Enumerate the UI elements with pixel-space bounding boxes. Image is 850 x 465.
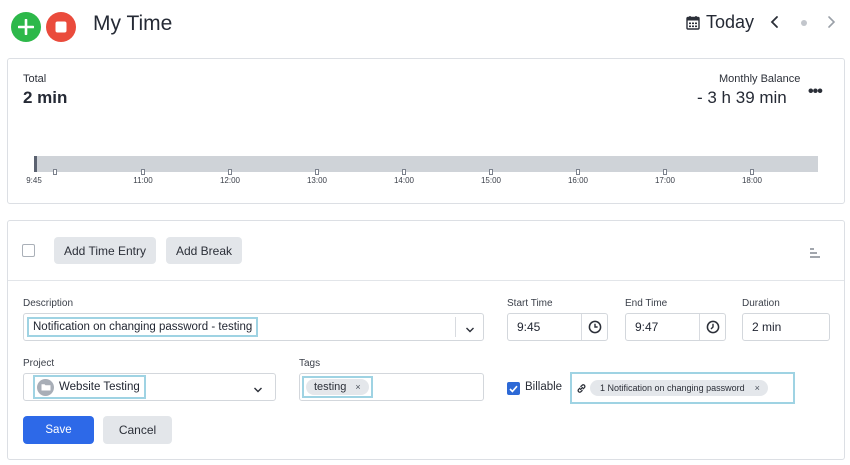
divider [455, 317, 456, 337]
timeline-tick-label: 13:00 [306, 176, 328, 185]
project-selection: Website Testing [33, 375, 146, 399]
close-icon[interactable]: × [755, 383, 760, 393]
timeline-tick-label: 17:00 [654, 176, 676, 185]
tags-label: Tags [299, 358, 321, 369]
linked-item-chip[interactable]: 1 Notification on changing password × [590, 380, 768, 396]
linked-item-label: 1 Notification on changing password [600, 383, 745, 393]
project-select[interactable]: Website Testing [23, 373, 276, 401]
close-icon[interactable]: × [355, 382, 360, 392]
calendar-icon [686, 16, 700, 30]
start-timer-button[interactable] [11, 12, 41, 42]
divider [699, 314, 700, 340]
tag-selection: testing × [302, 376, 373, 398]
monthly-balance-value: - 3 h 39 min [697, 88, 787, 107]
duration-field[interactable]: 2 min [742, 313, 830, 341]
chevron-down-icon[interactable] [253, 383, 263, 397]
duration-label: Duration [742, 298, 780, 309]
billable-checkbox[interactable] [507, 382, 520, 395]
timeline-tick-label: 9:45 [26, 176, 42, 185]
clock-icon[interactable] [706, 320, 720, 337]
project-label: Project [23, 358, 55, 369]
select-all-checkbox[interactable] [22, 244, 35, 257]
add-time-entry-button[interactable]: Add Time Entry [54, 237, 156, 264]
timeline-tick-label: 12:00 [219, 176, 241, 185]
folder-icon [37, 378, 54, 396]
start-time-field[interactable]: 9:45 [507, 313, 608, 341]
timeline-tick-label: 11:00 [133, 176, 153, 185]
timeline-tick [663, 169, 667, 175]
description-field[interactable]: Notification on changing password - test… [23, 313, 484, 341]
chevron-down-icon[interactable] [465, 323, 475, 337]
timeline-tick [315, 169, 319, 175]
timeline-entry-marker[interactable] [34, 156, 37, 172]
start-time-value: 9:45 [517, 320, 541, 334]
clock-icon[interactable] [588, 320, 602, 337]
project-value: Website Testing [59, 381, 140, 393]
description-value: Notification on changing password - test… [27, 317, 259, 337]
link-icon [576, 381, 587, 399]
start-time-label: Start Time [507, 298, 553, 309]
timeline-bar[interactable] [34, 156, 818, 172]
end-time-field[interactable]: 9:47 [625, 313, 726, 341]
divider [8, 280, 844, 281]
stop-timer-button[interactable] [46, 12, 76, 42]
timeline-tick [750, 169, 754, 175]
description-label: Description [23, 298, 74, 309]
timeline-tick [402, 169, 406, 175]
add-break-button[interactable]: Add Break [166, 237, 242, 264]
monthly-balance-label: Monthly Balance [719, 73, 801, 85]
total-value: 2 min [23, 88, 68, 107]
current-day-dot[interactable] [801, 20, 807, 26]
timeline-tick [53, 169, 57, 175]
next-day-button[interactable] [824, 14, 838, 35]
timeline-tick [489, 169, 493, 175]
tag-chip[interactable]: testing × [306, 379, 369, 395]
linked-item-field[interactable]: 1 Notification on changing password × [570, 372, 795, 404]
billable-label: Billable [525, 381, 563, 393]
date-label: Today [706, 12, 755, 32]
total-label: Total [23, 73, 47, 85]
timeline-tick-label: 16:00 [567, 176, 589, 185]
date-picker[interactable]: Today [686, 12, 754, 33]
check-icon [509, 385, 518, 393]
timeline-tick [576, 169, 580, 175]
stop-icon [55, 21, 67, 33]
previous-day-button[interactable] [768, 14, 782, 35]
tag-label: testing [314, 381, 347, 393]
chevron-left-icon [770, 16, 778, 28]
save-button[interactable]: Save [23, 416, 94, 444]
plus-icon [18, 19, 34, 35]
end-time-label: End Time [625, 298, 668, 309]
timeline-tick-label: 15:00 [480, 176, 502, 185]
duration-value: 2 min [752, 320, 782, 334]
divider [581, 314, 582, 340]
page-title: My Time [93, 12, 173, 35]
more-icon[interactable]: ••• [808, 83, 823, 101]
chevron-right-icon [828, 16, 836, 28]
cancel-button[interactable]: Cancel [103, 416, 172, 444]
end-time-value: 9:47 [635, 320, 659, 334]
timeline-tick-label: 18:00 [741, 176, 763, 185]
timeline-tick [228, 169, 232, 175]
timeline-tick-label: 14:00 [393, 176, 415, 185]
tags-field[interactable]: testing × [299, 373, 484, 401]
sort-icon[interactable] [809, 245, 821, 263]
timeline-tick [141, 169, 145, 175]
